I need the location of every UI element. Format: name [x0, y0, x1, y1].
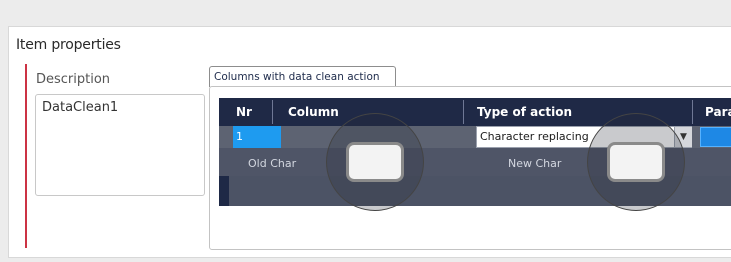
- description-field[interactable]: DataClean1: [35, 94, 205, 196]
- header-type-of-action[interactable]: Type of action: [477, 98, 572, 126]
- group-title: Item properties: [16, 37, 121, 53]
- action-type-value: Character replacing: [480, 130, 589, 143]
- header-param[interactable]: Para: [705, 98, 731, 126]
- new-char-label: New Char: [508, 157, 562, 170]
- description-label: Description: [36, 72, 111, 87]
- old-char-label: Old Char: [248, 157, 297, 170]
- description-value: DataClean1: [42, 100, 119, 115]
- table-blank-area: [219, 206, 731, 230]
- required-indicator-line: [25, 64, 27, 248]
- new-char-input[interactable]: [607, 142, 665, 182]
- row-nr-cell[interactable]: 1: [233, 126, 281, 148]
- param-cell[interactable]: [700, 127, 731, 147]
- header-column[interactable]: Column: [288, 98, 339, 126]
- header-separator: [272, 100, 273, 124]
- tab-columns-with-data-clean-action[interactable]: Columns with data clean action: [209, 66, 396, 87]
- header-separator: [463, 100, 464, 124]
- header-separator: [692, 100, 693, 124]
- header-nr[interactable]: Nr: [236, 98, 252, 126]
- row-gutter: [219, 176, 229, 206]
- old-char-input[interactable]: [346, 142, 404, 182]
